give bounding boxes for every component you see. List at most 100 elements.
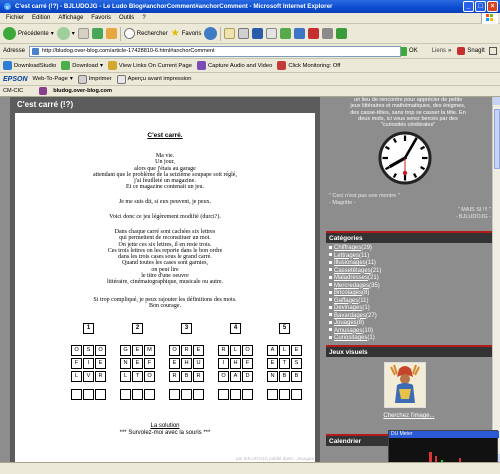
download-button[interactable]: Download ▾ — [61, 61, 103, 70]
search-button[interactable]: Rechercher — [123, 28, 168, 39]
category-name[interactable]: Gaffages — [334, 298, 358, 304]
site-label[interactable]: bludog.over-blog.com — [53, 88, 112, 94]
ie-icon: e — [3, 2, 12, 11]
category-name[interactable]: Devinages — [334, 305, 362, 311]
category-name[interactable]: Chiffrages — [334, 245, 361, 251]
address-input[interactable]: http://bludog.over-blog.com/article-1742… — [29, 45, 402, 57]
category-item[interactable]: Amusages(10) — [329, 328, 373, 334]
cm-cic-label[interactable]: CM-CIC — [3, 88, 23, 94]
back-button[interactable]: Précédente ▾ — [3, 27, 54, 40]
category-item[interactable]: Gaffages(11) — [329, 298, 368, 304]
discuss-icon[interactable] — [266, 28, 278, 39]
solution-link[interactable]: La solution — [15, 423, 315, 430]
answer-cell[interactable] — [144, 389, 155, 400]
jeux-visuels-link[interactable]: Cherchez l'image... — [374, 413, 444, 419]
category-name[interactable]: Cassetêtages — [334, 268, 371, 274]
category-item[interactable]: Maladresses(21) — [329, 275, 379, 281]
answer-cell[interactable] — [291, 389, 302, 400]
answer-cell[interactable] — [267, 389, 278, 400]
menu-favorites[interactable]: Favoris — [87, 13, 115, 23]
answer-cell[interactable] — [120, 389, 131, 400]
category-name[interactable]: Maladresses — [334, 275, 368, 281]
menu-tools[interactable]: Outils — [115, 13, 138, 23]
maximize-button[interactable]: □ — [475, 1, 486, 12]
vertical-scrollbar[interactable] — [492, 97, 500, 462]
mail-icon[interactable] — [224, 28, 236, 39]
links-chevron-icon[interactable]: » — [448, 48, 451, 54]
close-button[interactable]: × — [487, 1, 498, 12]
category-item[interactable]: Bricolages(8) — [329, 290, 369, 296]
intro-line: jeux littéraires et mathématiques, des é… — [350, 103, 466, 110]
capture-av-button[interactable]: Capture Audio and Video — [196, 61, 272, 70]
links-label[interactable]: Liens — [432, 48, 446, 54]
menu-edit[interactable]: Edition — [28, 13, 54, 23]
category-name[interactable]: Mercredages — [334, 283, 369, 289]
snagit-button[interactable]: SnagIt — [457, 47, 485, 55]
forward-button[interactable]: ▾ — [56, 27, 75, 40]
menu-file[interactable]: Fichier — [2, 13, 28, 23]
print-icon[interactable] — [238, 28, 250, 39]
category-item[interactable]: Chiffrages(29) — [329, 245, 372, 251]
research-icon[interactable] — [294, 28, 306, 39]
category-item[interactable]: Lettrages(11) — [329, 253, 369, 259]
hover-hint[interactable]: *** Survolez-moi avec la souris *** — [15, 430, 315, 437]
answer-cell[interactable] — [242, 389, 253, 400]
answer-cell[interactable] — [279, 389, 290, 400]
chevron-down-icon[interactable]: ▾ — [72, 30, 75, 37]
category-name[interactable]: Illusionages — [334, 260, 366, 266]
scroll-thumb[interactable] — [494, 109, 500, 169]
menu-help[interactable]: ? — [138, 13, 149, 23]
category-name[interactable]: Amusages — [334, 328, 362, 334]
category-item[interactable]: Mercredages(35) — [329, 283, 380, 289]
category-name[interactable]: Curiositages — [334, 335, 367, 341]
click-monitoring-button[interactable]: Click Monitoring: Off — [277, 61, 340, 70]
paragraph: Je me suis dit, si eux peuvent, je peux. — [15, 199, 315, 205]
category-item[interactable]: Jouages(8) — [329, 320, 364, 326]
category-name[interactable]: Lettrages — [334, 253, 359, 259]
search-icon — [123, 28, 135, 39]
home-icon[interactable] — [105, 28, 117, 39]
answer-cell[interactable] — [132, 389, 143, 400]
refresh-icon[interactable] — [91, 28, 103, 39]
answer-cell[interactable] — [218, 389, 229, 400]
category-item[interactable]: Devinages(1) — [329, 305, 370, 311]
category-count: (21) — [370, 267, 382, 274]
answer-cell[interactable] — [83, 389, 94, 400]
chevron-down-icon[interactable]: ▾ — [51, 30, 54, 37]
downloadstudio-button[interactable]: DownloadStudio — [3, 61, 56, 70]
category-name[interactable]: Jouages — [334, 320, 357, 326]
print-preview-button[interactable]: Aperçu avant impression — [116, 74, 191, 84]
tool-icon[interactable] — [322, 28, 334, 39]
print-button[interactable]: Imprimer — [77, 74, 112, 84]
answer-cell[interactable] — [230, 389, 241, 400]
scroll-up-arrow[interactable] — [493, 97, 500, 105]
history-icon[interactable] — [204, 27, 218, 40]
category-name[interactable]: Bavardages — [334, 313, 366, 319]
answer-cell[interactable] — [95, 389, 106, 400]
category-item[interactable]: Bavardages(27) — [329, 313, 377, 319]
favorites-button[interactable]: ★ Favoris — [171, 28, 202, 39]
answer-cell[interactable] — [193, 389, 204, 400]
letter-cell: O — [95, 345, 106, 356]
answer-cell[interactable] — [169, 389, 180, 400]
minimize-button[interactable]: _ — [463, 1, 474, 12]
jeux-visuels-image[interactable] — [384, 362, 426, 408]
answer-cell[interactable] — [71, 389, 82, 400]
window-title-bar[interactable]: e C'est carré (!?) - BJLUDOJG - Le Ludo … — [0, 0, 500, 13]
category-item[interactable]: Illusionages(11) — [329, 260, 376, 266]
category-name[interactable]: Bricolages — [334, 290, 362, 296]
view-links-button[interactable]: View Links On Current Page — [107, 61, 192, 70]
overblog-icon[interactable] — [39, 87, 48, 95]
tool-icon[interactable] — [336, 28, 348, 39]
window-icon[interactable] — [488, 47, 497, 55]
category-item[interactable]: Cassetêtages(21) — [329, 268, 381, 274]
menu-view[interactable]: Affichage — [54, 13, 87, 23]
edit-word-icon[interactable] — [252, 28, 264, 39]
category-item[interactable]: Curiositages(1) — [329, 335, 375, 341]
web-to-page-button[interactable]: Web-To-Page ▾ — [33, 76, 73, 82]
answer-cell[interactable] — [181, 389, 192, 400]
snagit-icon[interactable] — [308, 28, 320, 39]
messenger-icon[interactable] — [280, 28, 292, 39]
epson-toolbar: EPSON Web-To-Page ▾ Imprimer Aperçu avan… — [0, 73, 500, 86]
stop-icon[interactable] — [77, 28, 89, 39]
